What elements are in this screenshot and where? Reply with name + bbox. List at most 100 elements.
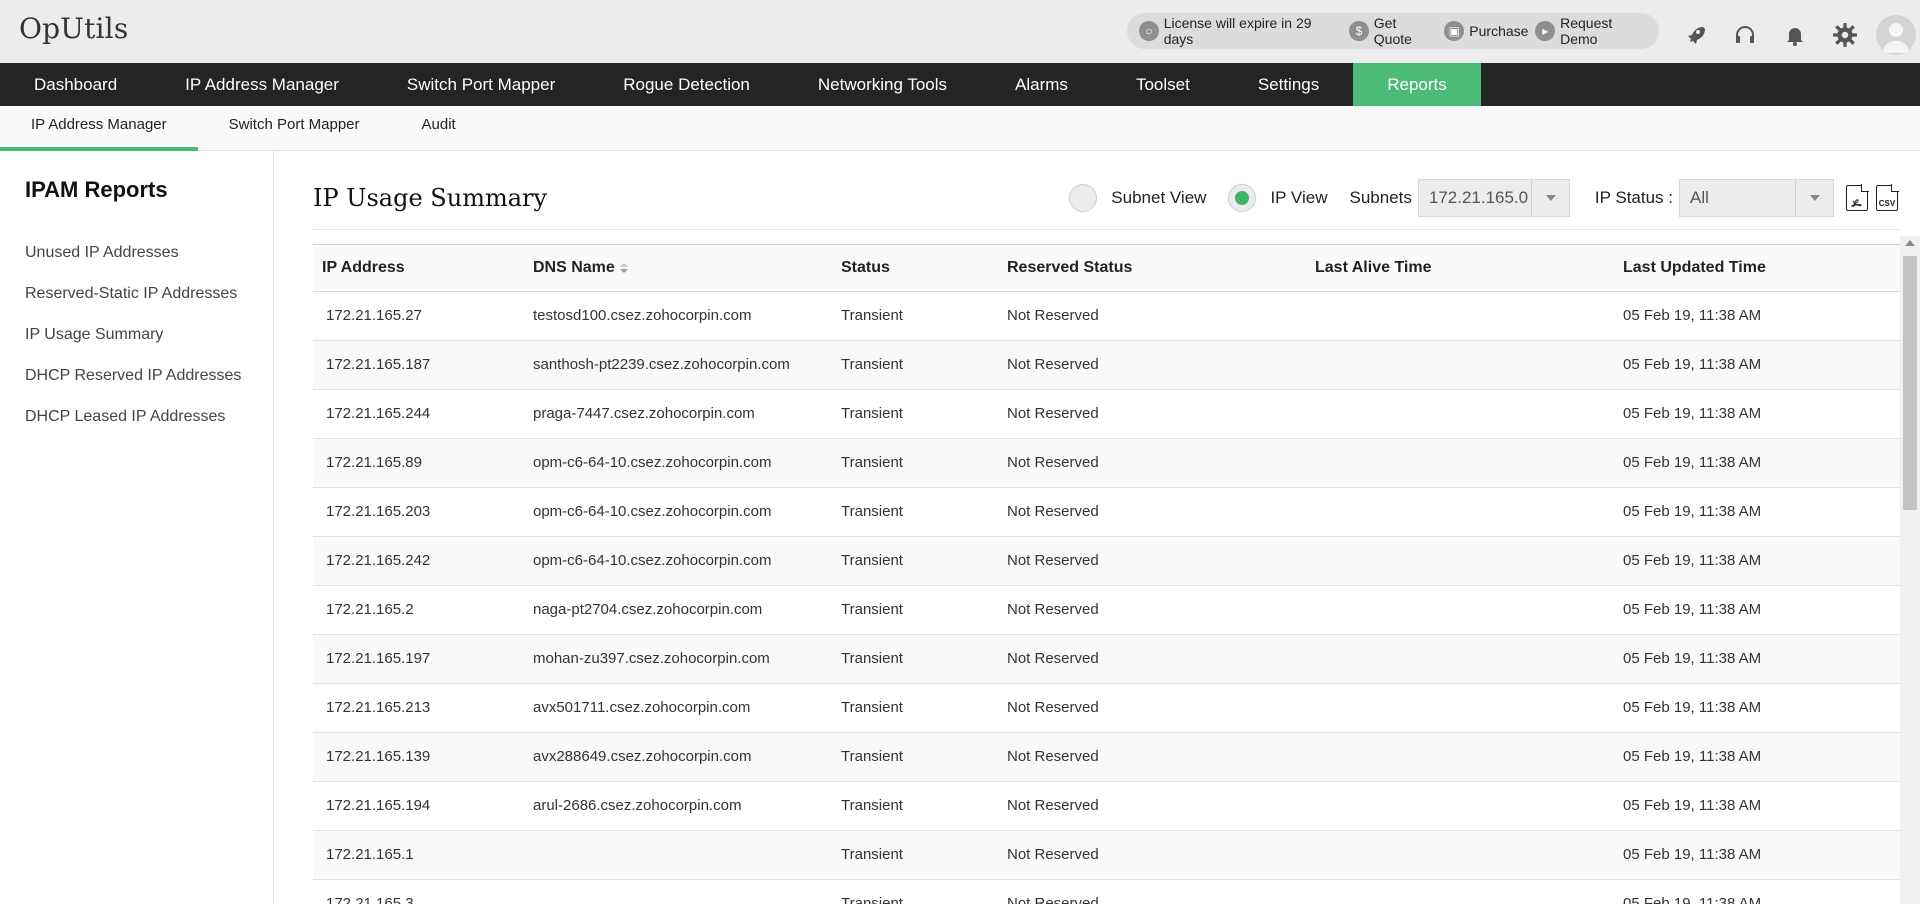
subnet-view-label[interactable]: Subnet View [1111, 188, 1206, 208]
cell-status: Transient [832, 389, 998, 439]
table-row[interactable]: 172.21.165.27 testosd100.csez.zohocorpin… [313, 291, 1900, 341]
request-demo-label: Request Demo [1560, 15, 1613, 47]
cell-last-updated-time: 05 Feb 19, 11:38 AM [1614, 683, 1900, 733]
cell-last-alive-time [1306, 683, 1614, 733]
cell-last-updated-time: 05 Feb 19, 11:38 AM [1614, 438, 1900, 488]
cell-reserved-status: Not Reserved [998, 634, 1306, 684]
col-header-ip-address[interactable]: IP Address [313, 245, 524, 292]
subnet-view-radio[interactable] [1069, 184, 1098, 212]
radio-selected-dot [1235, 191, 1250, 205]
cell-status: Transient [832, 879, 998, 904]
cell-reserved-status: Not Reserved [998, 291, 1306, 341]
cell-last-alive-time [1306, 291, 1614, 341]
table-row[interactable]: 172.21.165.89 opm-c6-64-10.csez.zohocorp… [313, 438, 1900, 488]
table-row[interactable]: 172.21.165.194 arul-2686.csez.zohocorpin… [313, 781, 1900, 831]
table-row[interactable]: 172.21.165.187 santhosh-pt2239.csez.zoho… [313, 340, 1900, 390]
ip-view-radio[interactable] [1228, 184, 1257, 212]
sort-icon[interactable] [619, 262, 628, 273]
cell-reserved-status: Not Reserved [998, 389, 1306, 439]
license-badge-icon: ○ [1139, 21, 1159, 41]
purchase-link[interactable]: ▣ Purchase [1444, 21, 1528, 41]
cell-reserved-status: Not Reserved [998, 438, 1306, 488]
bell-icon[interactable] [1780, 20, 1810, 50]
cell-reserved-status: Not Reserved [998, 732, 1306, 782]
cell-last-alive-time [1306, 634, 1614, 684]
cell-ip-address: 172.21.165.213 [313, 683, 524, 733]
nav-ip-address-manager[interactable]: IP Address Manager [151, 63, 373, 106]
cell-ip-address: 172.21.165.3 [313, 879, 524, 904]
nav-rogue-detection[interactable]: Rogue Detection [589, 63, 784, 106]
nav-reports[interactable]: Reports [1353, 63, 1481, 106]
cell-last-alive-time [1306, 389, 1614, 439]
sidebar-item-unused-ip[interactable]: Unused IP Addresses [25, 243, 265, 263]
cell-last-updated-time: 05 Feb 19, 11:38 AM [1614, 340, 1900, 390]
cell-last-updated-time: 05 Feb 19, 11:38 AM [1614, 389, 1900, 439]
get-quote-link[interactable]: $ Get Quote [1349, 15, 1437, 47]
scrollbar-thumb[interactable] [1903, 256, 1917, 510]
cell-last-updated-time: 05 Feb 19, 11:38 AM [1614, 879, 1900, 904]
nav-dashboard[interactable]: Dashboard [0, 63, 151, 106]
subnets-select[interactable]: 172.21.165.0 [1417, 179, 1570, 217]
nav-settings[interactable]: Settings [1224, 63, 1353, 106]
headset-icon[interactable] [1730, 20, 1760, 50]
table-row[interactable]: 172.21.165.197 mohan-zu397.csez.zohocorp… [313, 634, 1900, 684]
table-row[interactable]: 172.21.165.244 praga-7447.csez.zohocorpi… [313, 389, 1900, 439]
request-demo-link[interactable]: ▸ Request Demo [1535, 15, 1652, 47]
cell-reserved-status: Not Reserved [998, 830, 1306, 880]
subnets-label: Subnets [1349, 188, 1412, 207]
nav-networking-tools[interactable]: Networking Tools [784, 63, 981, 106]
table-row[interactable]: 172.21.165.139 avx288649.csez.zohocorpin… [313, 732, 1900, 782]
sidebar-item-dhcp-reserved-ip[interactable]: DHCP Reserved IP Addresses [25, 366, 265, 386]
sidebar-item-reserved-static-ip[interactable]: Reserved-Static IP Addresses [25, 284, 265, 304]
license-status[interactable]: ○ License will expire in 29 days [1139, 15, 1342, 47]
cell-status: Transient [832, 536, 998, 586]
subnav-audit[interactable]: Audit [391, 106, 487, 151]
table-row[interactable]: 172.21.165.3 Transient Not Reserved 05 F… [313, 879, 1900, 904]
cell-last-alive-time [1306, 585, 1614, 635]
table-row[interactable]: 172.21.165.203 opm-c6-64-10.csez.zohocor… [313, 487, 1900, 537]
user-avatar-icon[interactable] [1876, 15, 1916, 55]
col-header-reserved-status[interactable]: Reserved Status [998, 245, 1306, 292]
col-header-status[interactable]: Status [832, 245, 998, 292]
cell-reserved-status: Not Reserved [998, 879, 1306, 904]
cell-last-alive-time [1306, 830, 1614, 880]
subnav-switch-port-mapper[interactable]: Switch Port Mapper [198, 106, 391, 151]
table-row[interactable]: 172.21.165.213 avx501711.csez.zohocorpin… [313, 683, 1900, 733]
rocket-icon[interactable] [1680, 20, 1710, 50]
scroll-up-arrow-icon[interactable] [1905, 240, 1915, 246]
cell-reserved-status: Not Reserved [998, 781, 1306, 831]
ip-status-label: IP Status : [1594, 188, 1673, 207]
pdf-export-icon[interactable] [1846, 184, 1869, 211]
cell-reserved-status: Not Reserved [998, 585, 1306, 635]
sidebar-item-ip-usage-summary[interactable]: IP Usage Summary [25, 325, 265, 345]
cell-ip-address: 172.21.165.89 [313, 438, 524, 488]
table-scrollbar[interactable] [1900, 236, 1920, 904]
col-header-last-updated-time[interactable]: Last Updated Time [1614, 245, 1900, 292]
col-header-dns-name[interactable]: DNS Name [524, 245, 832, 292]
purchase-label: Purchase [1469, 23, 1529, 39]
sidebar-item-dhcp-leased-ip[interactable]: DHCP Leased IP Addresses [25, 407, 265, 427]
nav-alarms[interactable]: Alarms [981, 63, 1102, 106]
cell-last-alive-time [1306, 536, 1614, 586]
table-row[interactable]: 172.21.165.1 Transient Not Reserved 05 F… [313, 830, 1900, 880]
col-header-dns-name-label: DNS Name [533, 258, 615, 276]
nav-toolset[interactable]: Toolset [1102, 63, 1224, 106]
cell-reserved-status: Not Reserved [998, 487, 1306, 537]
cell-status: Transient [832, 683, 998, 733]
gear-icon[interactable] [1830, 20, 1860, 50]
subnav-ip-address-manager[interactable]: IP Address Manager [0, 106, 198, 151]
sidebar-title: IPAM Reports [25, 177, 168, 202]
cell-ip-address: 172.21.165.139 [313, 732, 524, 782]
app-logo[interactable]: OpUtils [19, 12, 128, 45]
csv-export-icon[interactable]: CSV [1876, 184, 1899, 211]
ip-view-label[interactable]: IP View [1270, 188, 1327, 208]
csv-label: CSV [1878, 199, 1896, 208]
ip-status-value: All [1690, 188, 1709, 207]
table-row[interactable]: 172.21.165.242 opm-c6-64-10.csez.zohocor… [313, 536, 1900, 586]
cell-last-alive-time [1306, 781, 1614, 831]
ip-status-select[interactable]: All [1679, 179, 1834, 217]
col-header-last-alive-time[interactable]: Last Alive Time [1306, 245, 1614, 292]
nav-switch-port-mapper[interactable]: Switch Port Mapper [373, 63, 589, 106]
cell-last-alive-time [1306, 438, 1614, 488]
table-row[interactable]: 172.21.165.2 naga-pt2704.csez.zohocorpin… [313, 585, 1900, 635]
